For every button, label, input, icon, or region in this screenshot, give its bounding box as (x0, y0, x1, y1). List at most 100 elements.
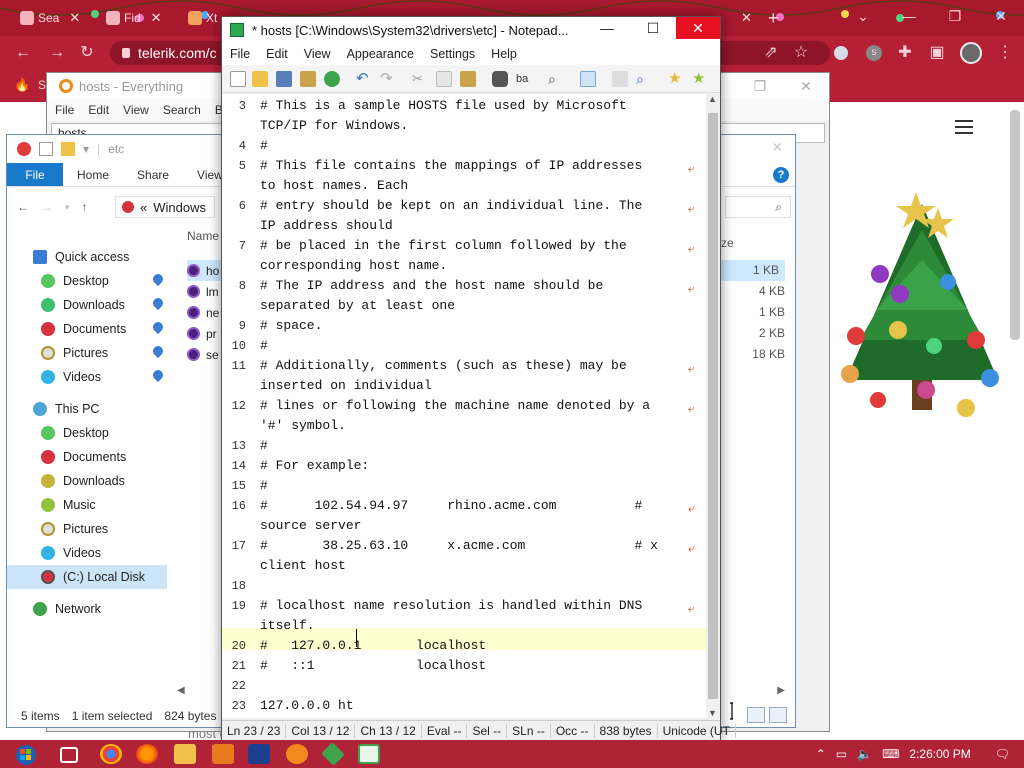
extension-icon[interactable]: s (866, 45, 882, 61)
new-tab-button[interactable]: + (768, 6, 779, 30)
back-arrow-icon[interactable]: ← (14, 44, 32, 62)
maximize-button[interactable]: ❐ (932, 0, 978, 32)
chevron-down-icon[interactable]: ▾ (83, 142, 89, 156)
copy-icon[interactable] (436, 71, 452, 87)
nav-item-documents[interactable]: Documents (7, 317, 167, 341)
network-icon[interactable]: ▭ (836, 747, 847, 761)
nav-this-pc[interactable]: This PC (7, 397, 167, 421)
close-button[interactable]: ✕ (978, 0, 1024, 32)
large-icons-view-icon[interactable] (769, 707, 787, 723)
forward-arrow-icon[interactable]: → (48, 44, 66, 62)
maximize-button[interactable]: ❐ (737, 73, 783, 99)
scroll-up-icon[interactable]: ▲ (708, 94, 717, 104)
maximize-button[interactable]: ☐ (630, 17, 676, 39)
tab-share[interactable]: Share (123, 163, 183, 186)
bookmark-item[interactable]: S (38, 78, 46, 92)
menu-view[interactable]: View (304, 47, 331, 61)
tab-home[interactable]: Home (63, 163, 123, 186)
minimize-button[interactable]: — (886, 0, 932, 32)
details-view-icon[interactable] (747, 707, 765, 723)
hamburger-menu-icon[interactable] (955, 120, 973, 134)
volume-icon[interactable]: 🔈 (857, 747, 872, 761)
app-taskbar-icon[interactable] (212, 744, 234, 764)
column-header-size[interactable]: ze (721, 236, 734, 250)
task-view-icon[interactable] (60, 747, 78, 763)
nav-item-downloads[interactable]: Downloads (7, 469, 167, 493)
chrome-tab[interactable]: Fid ✕ (106, 6, 162, 30)
zoom-icon[interactable]: ⌕ (548, 71, 564, 87)
scroll-right-icon[interactable]: ▶ (777, 685, 785, 699)
chevron-up-icon[interactable]: ⌃ (816, 747, 826, 761)
close-button[interactable]: ✕ (676, 17, 720, 39)
forward-arrow-icon[interactable]: → (41, 200, 53, 214)
menu-view[interactable]: View (123, 103, 149, 117)
menu-settings[interactable]: Settings (430, 47, 475, 61)
undo-icon[interactable]: ↶ (356, 71, 372, 87)
pin-icon[interactable] (150, 343, 166, 359)
menu-appearance[interactable]: Appearance (347, 47, 414, 61)
file-row[interactable]: pr (187, 323, 217, 344)
scroll-left-icon[interactable]: ◀ (177, 685, 185, 699)
pin-icon[interactable] (150, 295, 166, 311)
refresh-icon[interactable] (324, 71, 340, 87)
nav-item-videos[interactable]: Videos (7, 541, 167, 565)
help-icon[interactable]: ? (773, 167, 789, 183)
indent-guides-icon[interactable] (612, 71, 628, 87)
profile-avatar[interactable] (960, 42, 982, 64)
nav-item-downloads[interactable]: Downloads (7, 293, 167, 317)
notepad-taskbar-icon[interactable] (358, 744, 380, 764)
properties-icon[interactable] (39, 142, 53, 156)
browse-icon[interactable] (300, 71, 316, 87)
nav-item-pictures[interactable]: Pictures (7, 341, 167, 365)
recent-locations-icon[interactable]: ▾ (65, 202, 70, 213)
paste-icon[interactable] (460, 71, 476, 87)
bookmark-icon[interactable]: 🔥 (14, 77, 30, 93)
cut-icon[interactable]: ✂ (412, 71, 428, 87)
pin-icon[interactable] (150, 271, 166, 287)
save-icon[interactable] (276, 71, 292, 87)
menu-edit[interactable]: Edit (88, 103, 109, 117)
tab-close-icon[interactable]: ✕ (741, 10, 752, 26)
nav-item-pictures[interactable]: Pictures (7, 517, 167, 541)
menu-edit[interactable]: Edit (266, 47, 288, 61)
chrome-taskbar-icon[interactable] (100, 744, 122, 764)
find-icon[interactable] (492, 71, 508, 87)
file-row[interactable]: lm (187, 281, 219, 302)
menu-help[interactable]: Help (491, 47, 517, 61)
file-explorer-taskbar-icon[interactable] (174, 744, 196, 764)
up-arrow-icon[interactable]: ↑ (82, 200, 88, 214)
nav-item-documents[interactable]: Documents (7, 445, 167, 469)
file-row[interactable]: ne (187, 302, 219, 323)
redo-icon[interactable]: ↷ (380, 71, 396, 87)
scroll-down-icon[interactable]: ▼ (708, 708, 717, 718)
nav-item-videos[interactable]: Videos (7, 365, 167, 389)
menu-search[interactable]: Search (163, 103, 201, 117)
firefox-taskbar-icon[interactable] (136, 744, 158, 764)
menu-file[interactable]: File (55, 103, 74, 117)
chrome-tab[interactable]: Xt (188, 6, 217, 30)
pin-icon[interactable] (150, 319, 166, 335)
address-segment[interactable]: Windows (153, 200, 206, 215)
extension-icon[interactable] (834, 46, 848, 60)
share-icon[interactable]: ⇗ (762, 44, 780, 62)
minimize-button[interactable]: — (584, 17, 630, 39)
nav-item-local-disk[interactable]: (C:) Local Disk (7, 565, 167, 589)
add-favorite-icon[interactable]: ★ (692, 71, 708, 87)
reload-icon[interactable]: ↻ (78, 44, 96, 62)
windows-start-icon[interactable] (10, 744, 42, 766)
folder-icon[interactable] (61, 142, 75, 156)
close-button[interactable]: ✕ (783, 73, 829, 99)
powershell-taskbar-icon[interactable] (248, 744, 270, 764)
puzzle-icon[interactable]: ✚ (896, 44, 914, 62)
file-row[interactable]: se (187, 344, 219, 365)
pin-icon[interactable] (150, 367, 166, 383)
status-encoding[interactable]: Unicode (UT (658, 724, 736, 738)
taskbar-clock[interactable]: 2:26:00 PM (909, 747, 970, 761)
nav-quick-access[interactable]: Quick access (7, 245, 167, 269)
notification-icon[interactable]: 🗨 (995, 747, 1010, 761)
nav-item-desktop[interactable]: Desktop (7, 269, 167, 293)
zoom-in-icon[interactable]: ⌕ (636, 71, 652, 87)
keyboard-icon[interactable]: ⌨ (882, 747, 899, 761)
star-icon[interactable]: ☆ (792, 44, 810, 62)
everything-taskbar-icon[interactable] (286, 744, 308, 764)
